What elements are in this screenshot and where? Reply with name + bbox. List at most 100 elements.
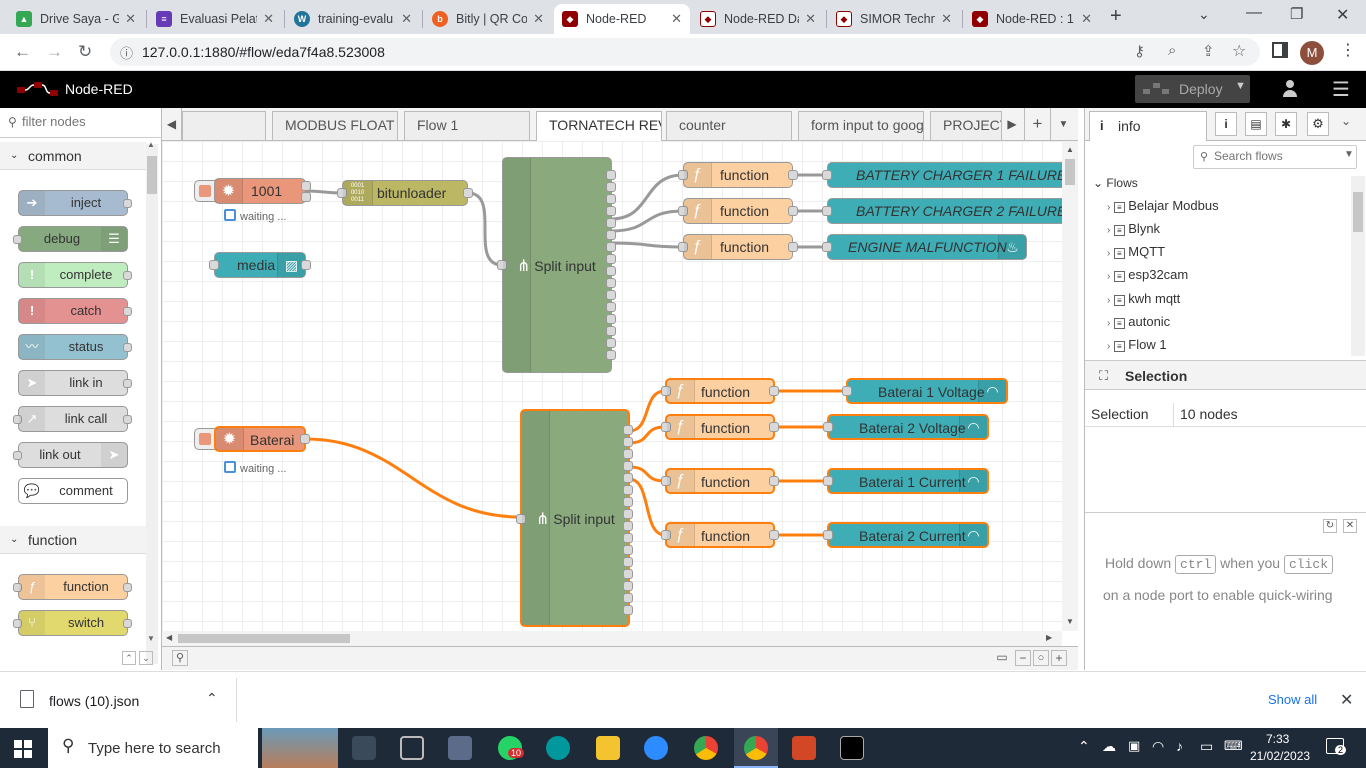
zoom-icon[interactable]: ⌕ [1168,42,1176,59]
flow-item-mqtt[interactable]: › ≡ MQTT [1107,244,1347,266]
share-icon[interactable]: ⇪ [1202,42,1215,60]
deploy-dropdown-icon[interactable]: ▼ [1235,80,1246,92]
search-options-icon[interactable]: ▼ [1344,149,1354,160]
flow-item-blynk[interactable]: › ≡ Blynk [1107,221,1347,243]
node-bitunloader[interactable]: 0001 0010 0011 bitunloader [337,180,473,206]
debug-bug-icon[interactable]: ✱ [1275,112,1297,136]
widgets-icon[interactable] [400,736,424,760]
close-icon[interactable]: ✕ [125,11,136,27]
scroll-tabs-right-icon[interactable]: ▶ [1002,108,1022,141]
windows-start-icon[interactable] [14,740,32,758]
cloud-icon[interactable]: ☁ [1102,738,1116,755]
canvas-horizontal-scrollbar[interactable]: ◀ ▶ [162,631,1062,646]
url-bar[interactable]: ⓘ 127.0.0.1:1880/#flow/eda7f4a8.523008 ⚷… [110,38,1260,66]
tab-counter[interactable]: counter [666,111,792,140]
node-function-bottom-2[interactable]: ƒ function [661,414,779,440]
node-gauge-baterai-2-voltage[interactable]: Baterai 2 Voltage ◠ [823,414,989,440]
scroll-tabs-left-icon[interactable]: ◀ [162,108,182,141]
browser-tab-wordpress[interactable]: W training-evalu ✕ [286,4,420,34]
clock-time[interactable]: 7:33 [1266,732,1289,746]
palette-node-function[interactable]: ƒ function [13,574,132,600]
node-split-input-1[interactable]: ⋔ Split input [497,157,616,373]
info-icon[interactable]: ⓘ [120,43,133,62]
arduino-icon[interactable] [546,736,570,760]
keyboard-icon[interactable]: ⌨ [1224,738,1243,754]
bookmark-star-icon[interactable]: ☆ [1232,41,1246,61]
palette-node-debug[interactable]: debug ☰ [13,226,128,252]
palette-node-comment[interactable]: 💬 comment [18,478,128,504]
minimize-icon[interactable]: — [1246,4,1262,22]
palette-node-complete[interactable]: ! complete [18,262,132,288]
close-icon[interactable]: ✕ [805,11,816,27]
close-downloads-icon[interactable]: ✕ [1340,690,1353,710]
user-icon[interactable] [1282,80,1298,98]
node-function-top-3[interactable]: ƒ function [678,234,798,260]
close-tip-icon[interactable]: ✕ [1343,519,1357,533]
inject-trigger-button[interactable] [194,428,216,450]
node-media[interactable]: media ▨ [209,252,311,278]
node-function-bottom-4[interactable]: ƒ function [661,522,779,548]
vscode-icon[interactable] [448,736,472,760]
node-inject-baterai[interactable]: ✹ Baterai [214,426,310,452]
powerpoint-icon[interactable] [792,736,816,760]
wifi-icon[interactable]: ◠ [1152,738,1164,755]
flow-item-flow-1[interactable]: › ≡ Flow 1 [1107,337,1347,357]
close-icon[interactable]: ✕ [401,11,412,27]
node-output-engine-malfunction[interactable]: ENGINE MALFUNCTION ♨ [822,234,1027,260]
filter-nodes-input[interactable] [22,114,142,129]
node-inject-1001[interactable]: ✹ 1001 [214,178,311,204]
browser-tab-bitly[interactable]: b Bitly | QR Coo ✕ [424,4,552,34]
tab-search-icon[interactable]: ⌄ [1198,6,1210,23]
node-split-input-2[interactable]: ⋔ Split input [516,409,633,627]
deploy-button[interactable]: Deploy ▼ [1135,75,1250,103]
flows-tree-toggle[interactable]: ⌄ Flows [1093,176,1138,190]
node-gauge-baterai-1-current[interactable]: Baterai 1 Current ◠ [823,468,989,494]
info-icon[interactable]: i [1215,112,1237,136]
close-icon[interactable]: ✕ [941,11,952,27]
search-icon[interactable]: ⚲ [172,650,188,666]
flow-item-autonic[interactable]: › ≡ autonic [1107,314,1347,336]
gear-icon[interactable]: ⚙ [1307,112,1329,136]
browser-tab-nodered-dashboard[interactable]: ◆ Node-RED Da ✕ [692,4,824,34]
palette-category-common[interactable]: ⌄ common [0,142,146,170]
clock-date[interactable]: 21/02/2023 [1250,749,1310,763]
chevron-down-icon[interactable]: ⌄ [1341,114,1351,128]
close-icon[interactable]: ✕ [533,11,544,27]
node-function-bottom-3[interactable]: ƒ function [661,468,779,494]
close-icon[interactable]: ✕ [263,11,274,27]
palette-category-function[interactable]: ⌄ function [0,526,146,554]
volume-icon[interactable]: ♪ [1176,738,1183,754]
zoom-app-icon[interactable] [644,736,668,760]
flow-item-belajar-modbus[interactable]: › ≡ Belajar Modbus [1107,198,1347,220]
sidebar-tab-info[interactable]: i info [1089,111,1207,141]
refresh-tip-icon[interactable]: ↻ [1323,519,1337,533]
palette-node-inject[interactable]: ➔ inject [18,190,132,216]
show-all-link[interactable]: Show all [1268,692,1317,707]
file-explorer-icon[interactable] [596,736,620,760]
node-function-bottom-1[interactable]: ƒ function [661,378,779,404]
node-function-top-1[interactable]: ƒ function [678,162,798,188]
help-book-icon[interactable]: ▤ [1245,112,1267,136]
navigator-map-icon[interactable]: ▭ [994,650,1010,666]
taskbar-search-box[interactable]: ⚲ Type here to search [48,728,258,768]
tab-flow-1[interactable]: Flow 1 [404,111,530,140]
forward-icon[interactable]: → [46,42,63,62]
tab-project[interactable]: PROJECT [930,111,1002,140]
camera-icon[interactable]: ▣ [1128,738,1140,754]
close-icon[interactable]: ✕ [1081,11,1092,27]
close-window-icon[interactable]: ✕ [1336,5,1349,25]
browser-tab-drive[interactable]: ▲ Drive Saya - G ✕ [8,4,144,34]
palette-node-catch[interactable]: ! catch [18,298,132,324]
node-output-battery-charger-2[interactable]: BATTERY CHARGER 2 FAILURE [822,198,1062,224]
zoom-reset-icon[interactable]: ○ [1033,650,1049,666]
new-tab-icon[interactable]: + [1110,5,1122,28]
canvas-vertical-scrollbar[interactable]: ▲ ▼ [1062,141,1078,631]
browser-tab-nodered-active[interactable]: ◆ Node-RED ✕ [554,4,690,34]
zoom-out-icon[interactable]: − [1015,650,1031,666]
key-icon[interactable]: ⚷ [1134,42,1145,60]
palette-filter[interactable]: ⚲ [0,108,162,138]
terminal-icon[interactable] [840,736,864,760]
battery-icon[interactable]: ▭ [1200,738,1213,755]
palette-scrollbar[interactable]: ▲ ▼ [146,140,158,664]
flow-list-dropdown-icon[interactable]: ▼ [1050,108,1076,141]
